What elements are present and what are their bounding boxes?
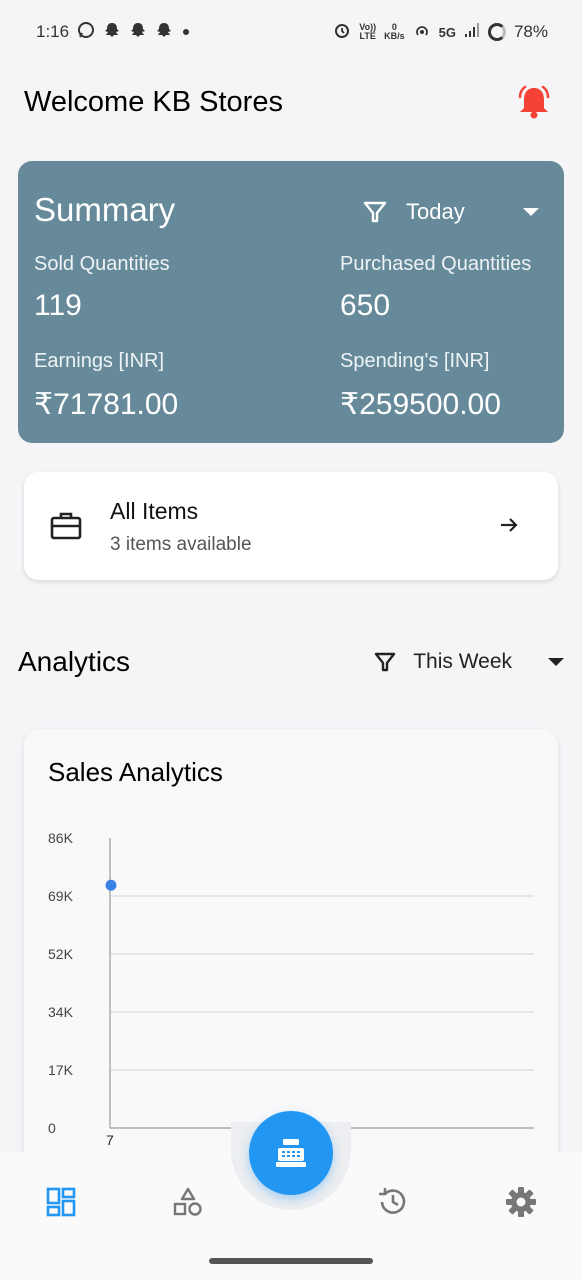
nav-history[interactable] bbox=[373, 1182, 413, 1222]
analytics-filter-label: This Week bbox=[413, 650, 512, 673]
home-indicator bbox=[209, 1258, 373, 1264]
snapchat-icon bbox=[155, 21, 173, 44]
cash-register-icon bbox=[276, 1139, 306, 1167]
hotspot-icon bbox=[413, 22, 431, 43]
summary-filter-dropdown[interactable]: Today bbox=[362, 199, 539, 225]
alarm-icon bbox=[333, 21, 351, 44]
snapchat-icon bbox=[103, 21, 121, 44]
network-type: 5G bbox=[438, 24, 456, 40]
filter-icon bbox=[374, 652, 396, 672]
analytics-filter-dropdown[interactable]: This Week bbox=[373, 650, 564, 674]
header: Welcome KB Stores bbox=[24, 80, 554, 124]
spending-value: ₹259500.00 bbox=[340, 388, 501, 421]
status-right: Vo)) LTE 0 KB/s 5G 78% bbox=[333, 21, 548, 44]
sold-quantities-label: Sold Quantities bbox=[34, 253, 170, 275]
new-sale-button[interactable] bbox=[249, 1111, 333, 1195]
nav-settings[interactable] bbox=[501, 1182, 541, 1222]
analytics-title: Analytics bbox=[18, 646, 131, 677]
purchased-quantities-label: Purchased Quantities bbox=[340, 253, 532, 275]
y-tick-label: 69K bbox=[48, 888, 74, 904]
volte-icon: Vo)) LTE bbox=[359, 23, 376, 41]
filter-icon bbox=[363, 201, 387, 223]
earnings-value: ₹71781.00 bbox=[34, 388, 179, 421]
dashboard-icon bbox=[46, 1187, 76, 1217]
all-items-subtitle: 3 items available bbox=[110, 534, 252, 555]
status-bar: 1:16 Vo)) LTE 0 KB/s 5G 78% bbox=[0, 0, 582, 64]
nav-dashboard[interactable] bbox=[41, 1182, 81, 1222]
y-tick-label: 52K bbox=[48, 946, 74, 962]
battery-icon bbox=[487, 23, 506, 41]
summary-title: Summary bbox=[34, 191, 176, 228]
y-tick-label: 86K bbox=[48, 830, 74, 846]
page-title: Welcome KB Stores bbox=[24, 85, 283, 118]
volte-bottom: LTE bbox=[359, 31, 376, 41]
snapchat-icon bbox=[129, 21, 147, 44]
status-time: 1:16 bbox=[36, 22, 70, 41]
all-items-card[interactable]: All Items 3 items available bbox=[24, 472, 558, 580]
nav-categories[interactable] bbox=[168, 1182, 208, 1222]
y-tick-label: 34K bbox=[48, 1004, 74, 1020]
data-point bbox=[105, 879, 117, 891]
categories-icon bbox=[173, 1187, 202, 1216]
battery-percent: 78% bbox=[513, 22, 548, 41]
all-items-title: All Items bbox=[110, 498, 199, 524]
whatsapp-icon bbox=[77, 21, 95, 44]
summary-card: Summary Today Sold Quantities 119 Purcha… bbox=[18, 161, 564, 443]
y-tick-label: 0 bbox=[48, 1120, 56, 1136]
briefcase-icon bbox=[50, 512, 82, 540]
chevron-down-icon bbox=[522, 208, 539, 216]
chevron-down-icon bbox=[548, 658, 564, 666]
dot-icon bbox=[181, 22, 191, 42]
data-speed-icon: 0 KB/s bbox=[384, 23, 405, 41]
bell-icon bbox=[518, 85, 550, 119]
status-left: 1:16 bbox=[36, 21, 191, 44]
signal-icon bbox=[464, 22, 480, 43]
purchased-quantities-value: 650 bbox=[340, 289, 391, 322]
history-icon bbox=[379, 1188, 406, 1214]
settings-icon bbox=[506, 1187, 536, 1217]
data-speed-unit: KB/s bbox=[384, 31, 405, 41]
earnings-label: Earnings [INR] bbox=[34, 350, 165, 372]
arrow-right-icon bbox=[501, 518, 518, 532]
summary-filter-label: Today bbox=[406, 199, 465, 224]
analytics-header: Analytics This Week bbox=[18, 640, 564, 684]
notification-bell-button[interactable] bbox=[514, 82, 554, 122]
spending-label: Spending's [INR] bbox=[340, 350, 490, 372]
sold-quantities-value: 119 bbox=[34, 289, 82, 322]
x-tick-label: 7 bbox=[106, 1132, 114, 1148]
y-tick-label: 17K bbox=[48, 1062, 74, 1078]
